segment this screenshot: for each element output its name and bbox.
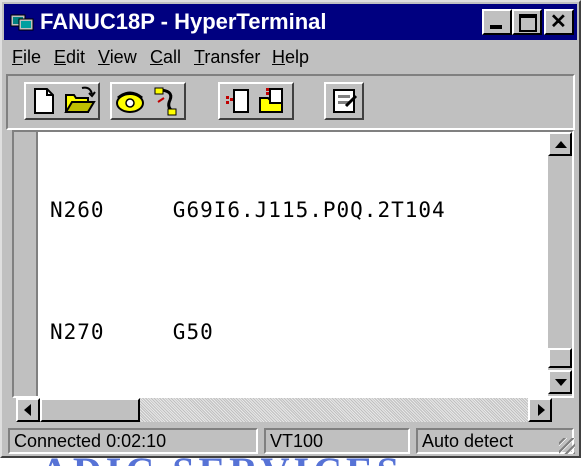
menu-help[interactable]: Help: [272, 47, 309, 68]
toolbar-group-properties: [324, 82, 364, 120]
terminal-margin: [14, 132, 38, 396]
close-icon: ✕: [550, 11, 567, 33]
scroll-right-button[interactable]: [528, 398, 552, 422]
vertical-scroll-thumb[interactable]: [548, 348, 572, 368]
arrow-right-icon: [538, 404, 545, 416]
open-button[interactable]: [62, 84, 98, 118]
menu-bar: File Edit View Call Transfer Help: [4, 42, 577, 72]
scroll-left-button[interactable]: [16, 398, 40, 422]
send-icon: [226, 89, 249, 113]
receive-icon: [259, 88, 283, 113]
receive-button[interactable]: [256, 84, 292, 118]
close-button[interactable]: ✕: [544, 9, 574, 35]
status-connected: Connected 0:02:10: [8, 428, 258, 454]
horizontal-scrollbar[interactable]: [16, 398, 552, 422]
status-detect: Auto detect: [416, 428, 574, 454]
call-icon: [116, 91, 144, 113]
watermark: ADIC SERVICES: [40, 452, 560, 466]
properties-button[interactable]: [326, 84, 362, 118]
minimize-button[interactable]: [482, 9, 512, 35]
terminal-area[interactable]: N260 G69I6.J115.P0Q.2T104 N270 G50: [12, 130, 574, 398]
toolbar-group-call: [110, 82, 186, 120]
menu-edit[interactable]: Edit: [54, 47, 85, 68]
toolbar-group-transfer: [218, 82, 294, 120]
status-emulation: VT100: [264, 428, 410, 454]
arrow-up-icon: [555, 141, 567, 148]
arrow-left-icon: [24, 404, 31, 416]
disconnect-button[interactable]: [148, 84, 184, 118]
new-icon: [34, 88, 54, 114]
menu-call[interactable]: Call: [150, 47, 181, 68]
arrow-down-icon: [555, 379, 567, 386]
new-button[interactable]: [26, 84, 62, 118]
vertical-scrollbar[interactable]: [548, 132, 572, 396]
properties-icon: [333, 89, 358, 113]
terminal-line: N260 G69I6.J115.P0Q.2T104: [50, 198, 446, 222]
disconnect-icon: [154, 87, 177, 116]
title-bar[interactable]: FANUC18P - HyperTerminal ✕: [4, 4, 577, 40]
toolbar: [6, 74, 575, 130]
window-title: FANUC18P - HyperTerminal: [40, 9, 327, 34]
call-button[interactable]: [112, 84, 148, 118]
open-icon: [64, 86, 96, 113]
resize-grip-icon[interactable]: [559, 438, 575, 454]
hyperterminal-app-icon: [10, 12, 34, 32]
terminal-line: N270 G50: [50, 320, 214, 344]
maximize-button[interactable]: [512, 9, 542, 35]
scroll-up-button[interactable]: [548, 132, 572, 156]
menu-view[interactable]: View: [98, 47, 137, 68]
menu-file[interactable]: File: [12, 47, 41, 68]
maximize-icon: [519, 14, 537, 32]
terminal-screen[interactable]: N260 G69I6.J115.P0Q.2T104 N270 G50: [38, 132, 550, 396]
hyperterminal-window: FANUC18P - HyperTerminal ✕ File Edit Vie…: [0, 0, 581, 458]
horizontal-scroll-thumb[interactable]: [40, 398, 140, 422]
menu-transfer[interactable]: Transfer: [194, 47, 260, 68]
scroll-down-button[interactable]: [548, 370, 572, 394]
minimize-icon: [490, 25, 502, 29]
send-button[interactable]: [220, 84, 256, 118]
toolbar-group-file: [24, 82, 100, 120]
